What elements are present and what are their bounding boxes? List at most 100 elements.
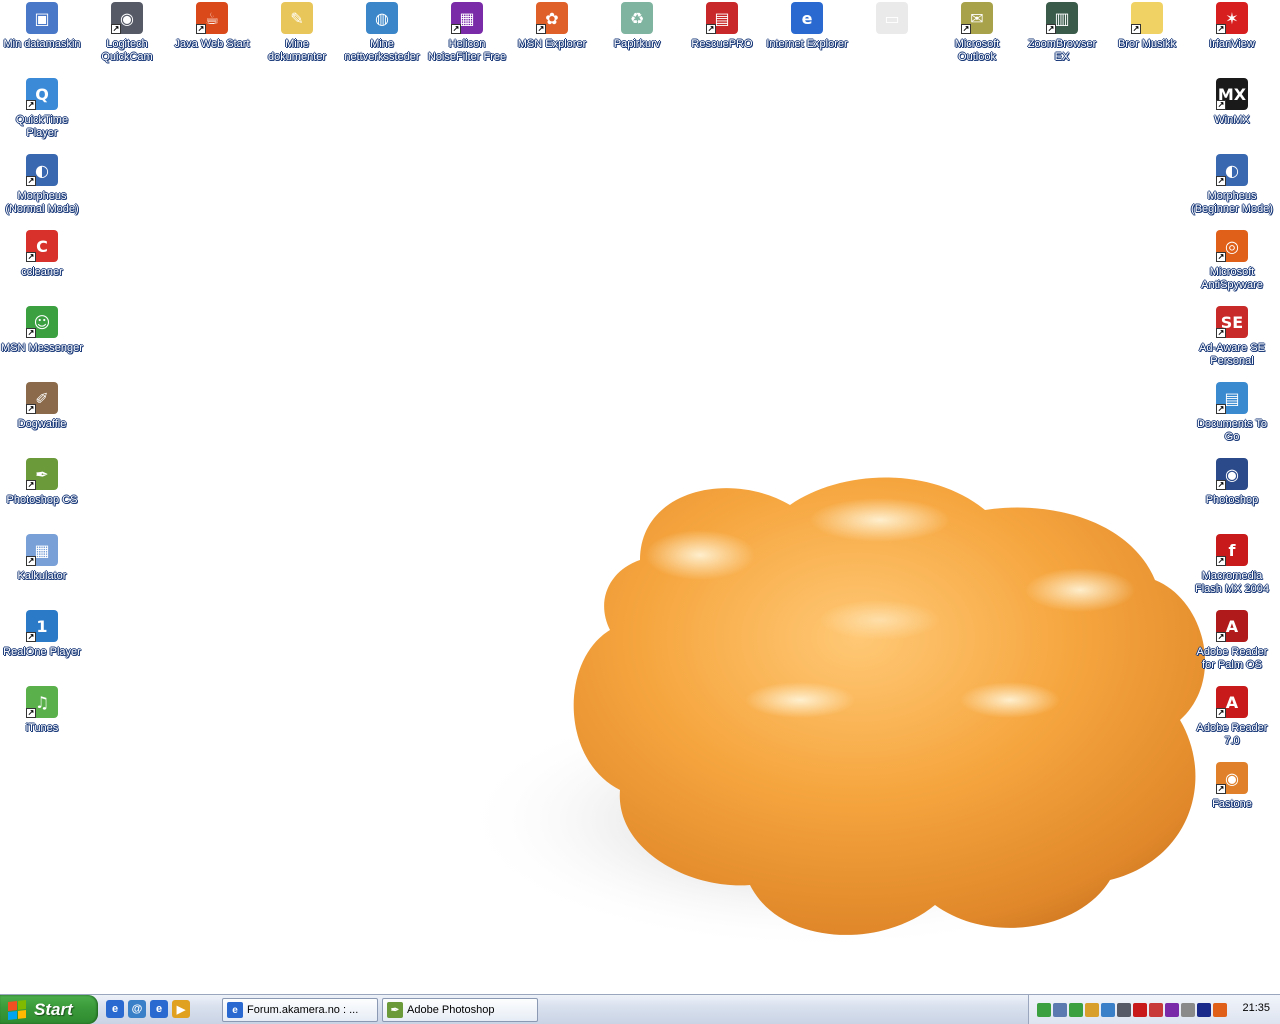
shortcut-arrow-icon: ↗ <box>1216 784 1226 794</box>
desktop-icon-documents-to-go[interactable]: ▤ ↗ Documents To Go <box>1190 382 1274 444</box>
icon-glyph: ▦ <box>34 540 50 560</box>
adobe-reader-icon: A ↗ <box>1216 686 1248 718</box>
icon-glyph: ▦ <box>459 8 475 28</box>
desktop-icon-photoshop[interactable]: ◉ ↗ Photoshop <box>1190 458 1274 507</box>
tray-display-icon[interactable] <box>1197 1002 1211 1017</box>
desktop-icon-label: ccleaner <box>21 266 63 278</box>
desktop-icon-adobe-reader-for-palm-os[interactable]: A ↗ Adobe Reader for Palm OS <box>1190 610 1274 672</box>
morpheus-icon: ◐ ↗ <box>1216 154 1248 186</box>
icon-glyph: ◐ <box>35 160 49 180</box>
icon-glyph: 1 <box>36 616 48 636</box>
shortcut-arrow-icon: ↗ <box>26 176 36 186</box>
tray-antivirus-icon[interactable] <box>1149 1002 1163 1017</box>
taskbar-button-forum-akamera-no[interactable]: e Forum.akamera.no : ... <box>222 998 378 1022</box>
desktop-icon-realone-player[interactable]: 1 ↗ RealOne Player <box>0 610 84 659</box>
desktop-icon-macromedia-flash-mx-2004[interactable]: f ↗ Macromedia Flash MX 2004 <box>1190 534 1274 596</box>
desktop-icon-label: Kalkulator <box>17 570 67 582</box>
desktop-icon-label: QuickTime Player <box>15 114 69 139</box>
desktop-icon-quicktime-player[interactable]: Q ↗ QuickTime Player <box>0 78 84 140</box>
icon-glyph: e <box>801 8 813 28</box>
desktop-icon-itunes[interactable]: ♫ ↗ iTunes <box>0 686 84 735</box>
desktop-icon-adobe-reader-7-0[interactable]: A ↗ Adobe Reader 7.0 <box>1190 686 1274 748</box>
shortcut-arrow-icon: ↗ <box>1216 328 1226 338</box>
taskbar-button-adobe-photoshop[interactable]: ✒ Adobe Photoshop <box>382 998 538 1022</box>
icon-glyph: ☕ <box>204 8 220 28</box>
shortcut-arrow-icon: ↗ <box>1216 404 1226 414</box>
desktop-icon-label: Mine nettverkssteder <box>344 38 420 63</box>
icon-glyph: ◎ <box>1225 236 1239 256</box>
shortcut-arrow-icon: ↗ <box>1216 632 1226 642</box>
shortcut-arrow-icon: ↗ <box>26 100 36 110</box>
desktop-icon-zoombrowser-ex[interactable]: ▥ ↗ ZoomBrowser EX <box>1020 2 1104 64</box>
desktop-icon-bror-musikk[interactable]: ↗ Bror Musikk <box>1105 2 1189 51</box>
desktop-icon-label: Helicon NoiseFilter Free <box>427 38 507 63</box>
shortcut-arrow-icon: ↗ <box>1216 252 1226 262</box>
tray-speaker-icon[interactable] <box>1181 1002 1195 1017</box>
desktop-icon-microsoft-antispyware[interactable]: ◎ ↗ Microsoft AntiSpyware <box>1190 230 1274 292</box>
tray-green-icon[interactable] <box>1037 1002 1051 1017</box>
desktop-icon-java-web-start[interactable]: ☕ ↗ Java Web Start <box>170 2 254 51</box>
desktop-icon-morpheus-beginner-mode[interactable]: ◐ ↗ Morpheus (Beginner Mode) <box>1190 154 1274 216</box>
desktop[interactable]: ▣ Min datamaskin ◉ ↗ Logitech QuickCam ☕ ↗ Java… <box>0 0 1280 994</box>
tray-adobe-icon[interactable] <box>1133 1002 1147 1017</box>
desktop-icon-mine-nettverkssteder[interactable]: ◍ Mine nettverkssteder <box>340 2 424 64</box>
photoshop-cs-icon: ✒ ↗ <box>26 458 58 490</box>
shortcut-arrow-icon: ↗ <box>1216 100 1226 110</box>
tray-webcam-icon[interactable] <box>1117 1002 1131 1017</box>
desktop-icon-msn-messenger[interactable]: ☺ ↗ MSN Messenger <box>0 306 84 355</box>
desktop-icon-ad-aware-se-personal[interactable]: SE ↗ Ad-Aware SE Personal <box>1190 306 1274 368</box>
desktop-icon-papirkurv[interactable]: ♻ Papirkurv <box>595 2 679 51</box>
tray-globe-icon[interactable] <box>1101 1002 1115 1017</box>
taskbar-button-label: Forum.akamera.no : ... <box>247 1004 359 1016</box>
desktop-icon-min-datamaskin[interactable]: ▣ Min datamaskin <box>0 2 84 51</box>
ie-task-icon: e <box>227 1002 243 1018</box>
desktop-icon-irfanview[interactable]: ✶ ↗ IrfanView <box>1190 2 1274 51</box>
desktop-icon-kalkulator[interactable]: ▦ ↗ Kalkulator <box>0 534 84 583</box>
desktop-icon-label: ZoomBrowser EX <box>1027 38 1097 63</box>
tray-helicon-icon[interactable] <box>1165 1002 1179 1017</box>
rescuepro-icon: ▤ ↗ <box>706 2 738 34</box>
desktop-icon-winmx[interactable]: MX ↗ WinMX <box>1190 78 1274 127</box>
shortcut-arrow-icon: ↗ <box>1216 480 1226 490</box>
desktop-icon-microsoft-outlook[interactable]: ✉ ↗ Microsoft Outlook <box>935 2 1019 64</box>
desktop-icon-msn-explorer[interactable]: ✿ ↗ MSN Explorer <box>510 2 594 51</box>
desktop-icon-fastone[interactable]: ◉ ↗ Fastone <box>1190 762 1274 811</box>
start-button[interactable]: Start <box>0 995 98 1024</box>
desktop-icon-internet-explorer[interactable]: e Internet Explorer <box>765 2 849 51</box>
desktop-icon-label: Internet Explorer <box>766 38 848 50</box>
icon-glyph: ◉ <box>1225 464 1239 484</box>
tray-antispyware-icon[interactable] <box>1213 1002 1227 1017</box>
desktop-icon-morpheus-normal-mode[interactable]: ◐ ↗ Morpheus (Normal Mode) <box>0 154 84 216</box>
desktop-icon-label: Bror Musikk <box>1117 38 1177 50</box>
media-player-quicklaunch-icon[interactable]: ▶ <box>172 1000 190 1018</box>
quick-launch-bar: e @ e ▶ <box>106 1000 190 1020</box>
ie-quicklaunch-icon[interactable]: e <box>106 1000 124 1018</box>
desktop-icon-helicon-noisefilter-free[interactable]: ▦ ↗ Helicon NoiseFilter Free <box>425 2 509 64</box>
desktop-icon-label: Java Web Start <box>174 38 250 50</box>
tray-network-icon[interactable] <box>1053 1002 1067 1017</box>
icon-glyph: f <box>1228 540 1236 560</box>
desktop-icon-label: iTunes <box>25 722 59 734</box>
photoshop-icon: ◉ ↗ <box>1216 458 1248 490</box>
icon-glyph: ▤ <box>1224 388 1240 408</box>
desktop-icon-ccleaner[interactable]: C ↗ ccleaner <box>0 230 84 279</box>
desktop-icon-photoshop-cs[interactable]: ✒ ↗ Photoshop CS <box>0 458 84 507</box>
desktop-icon-dogwaffle[interactable]: ✐ ↗ Dogwaffle <box>0 382 84 431</box>
itunes-icon: ♫ ↗ <box>26 686 58 718</box>
clock[interactable]: 21:35 <box>1242 1002 1270 1014</box>
tray-messenger-icon[interactable] <box>1069 1002 1083 1017</box>
outlook-express-quicklaunch-icon[interactable]: @ <box>128 1000 146 1018</box>
ccleaner-icon: C ↗ <box>26 230 58 262</box>
icon-glyph: A <box>1225 616 1239 636</box>
irfanview-icon: ✶ ↗ <box>1216 2 1248 34</box>
desktop-icon-blank-document-icon[interactable]: ▭ <box>850 2 934 38</box>
shortcut-arrow-icon: ↗ <box>26 632 36 642</box>
tray-shield-icon[interactable] <box>1085 1002 1099 1017</box>
ie-quicklaunch-icon-2[interactable]: e <box>150 1000 168 1018</box>
desktop-icon-mine-dokumenter[interactable]: ✎ Mine dokumenter <box>255 2 339 64</box>
desktop-icon-logitech-quickcam[interactable]: ◉ ↗ Logitech QuickCam <box>85 2 169 64</box>
my-computer-icon: ▣ <box>26 2 58 34</box>
network-places-icon: ◍ <box>366 2 398 34</box>
desktop-icon-rescuepro[interactable]: ▤ ↗ RescuePRO <box>680 2 764 51</box>
icon-glyph: ▭ <box>884 8 900 28</box>
